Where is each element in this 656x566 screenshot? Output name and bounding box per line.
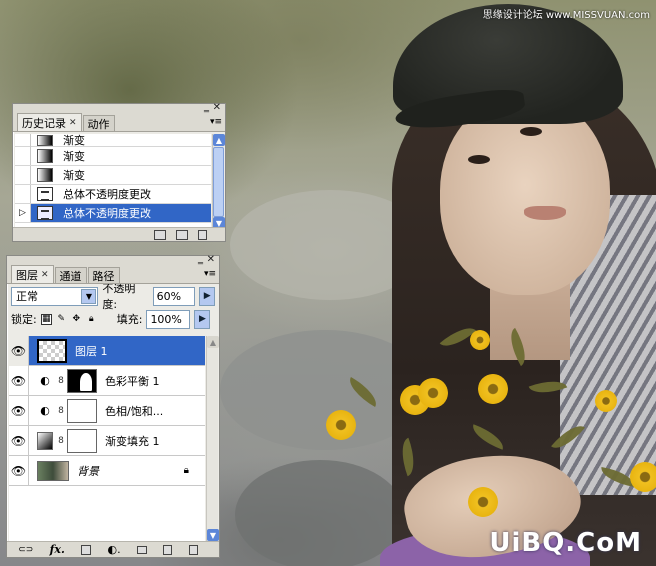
layer-mask-thumbnail[interactable] [67,428,97,453]
chevron-down-icon[interactable]: ▼ [81,288,97,304]
history-item[interactable]: 渐变 [15,166,211,185]
panel-menu-icon[interactable]: ▾≡ [204,269,216,279]
new-document-from-state-icon[interactable] [154,229,166,240]
eye-icon[interactable]: 👁︎ [9,336,29,366]
trash-icon[interactable] [198,229,207,240]
watermark-bottom: UiBQ.CoM [489,528,642,558]
fill-label: 填充: [116,313,143,326]
layers-footer: ⊂⊃ fx. ◐. [7,541,219,557]
tab-actions[interactable]: 动作 [82,115,115,131]
history-list: 渐变 渐变 渐变 总体不透明度更改 ▷ 总体不透明度更改 [15,134,211,230]
history-scrollbar[interactable]: ▲ ▼ [212,134,225,230]
layer-name[interactable]: 背景 [77,463,99,479]
history-panel: ‗ ✕ 历史记录 ✕ 动作 ▾≡ 渐变 渐变 渐变 总体不透明度更改 ▷ 总体不… [12,102,226,242]
blend-opacity-row: 正常 ▼ 不透明度: 60% ▶ [7,282,219,311]
layers-tabs: 图层 ✕ 通道 路径 ▾≡ [7,265,219,284]
layer-name[interactable]: 色相/饱和... [105,403,163,419]
layer-thumbnail [37,460,69,481]
gradient-icon [37,168,53,182]
history-item[interactable]: 渐变 [15,134,211,147]
link-icon[interactable]: 8 [55,436,67,446]
layer-row-hue-saturation[interactable]: 👁︎ ◐ 8 色相/饱和... [9,395,205,426]
layer-name[interactable]: 色彩平衡 1 [105,373,160,389]
eye-icon[interactable]: 👁︎ [9,455,29,486]
adjustment-icon[interactable]: ◐. [108,543,121,556]
close-icon[interactable]: ✕ [213,102,221,114]
document-icon [37,206,53,220]
scroll-down-icon[interactable]: ▼ [207,529,219,541]
scroll-thumb[interactable] [213,147,224,217]
link-icon[interactable]: 8 [55,376,67,386]
lock-label: 锁定: [11,313,37,326]
tab-channels[interactable]: 通道 [54,267,87,283]
layer-name[interactable]: 图层 1 [75,343,108,359]
lock-icon: 🔒︎ [183,465,189,476]
tab-paths[interactable]: 路径 [87,267,120,283]
layer-mask-thumbnail[interactable] [67,398,97,423]
eye-icon[interactable]: 👁︎ [9,365,29,396]
history-tabs: 历史记录 ✕ 动作 ▾≡ [13,113,225,132]
adjustment-layer-icon: ◐ [40,404,50,417]
layer-row-background[interactable]: 👁︎ 背景 🔒︎ [9,455,205,486]
layer-row-layer1[interactable]: 👁︎ 图层 1 [9,336,205,366]
fill-input[interactable]: 100% [146,309,191,329]
layer-thumbnail [37,338,67,363]
history-item[interactable]: 渐变 [15,147,211,166]
history-snapshot-checkbox[interactable] [15,166,31,184]
lock-all-icon[interactable]: 🔒︎ [86,314,97,325]
history-item-selected[interactable]: ▷ 总体不透明度更改 [15,204,211,223]
layer-mask-thumbnail[interactable] [67,368,97,393]
layers-scrollbar[interactable]: ▲ ▼ [206,336,219,541]
close-icon[interactable]: ✕ [207,254,215,266]
gradient-fill-icon [37,431,53,450]
layer-row-color-balance[interactable]: 👁︎ ◐ 8 色彩平衡 1 [9,365,205,396]
tab-history[interactable]: 历史记录 ✕ [17,113,82,131]
minimize-icon[interactable]: ‗ [198,254,203,266]
trash-icon[interactable] [188,544,198,555]
history-footer [13,227,225,241]
history-item[interactable]: 总体不透明度更改 [15,185,211,204]
link-icon[interactable]: ⊂⊃ [18,545,33,555]
gradient-icon [37,134,53,146]
lock-transparency-icon[interactable]: ▦ [40,313,52,325]
link-icon[interactable]: 8 [55,406,67,416]
camera-icon[interactable] [176,229,188,240]
lock-image-icon[interactable]: ✎ [56,314,67,325]
tab-close-icon[interactable]: ✕ [41,270,49,280]
tab-close-icon[interactable]: ✕ [69,118,77,128]
history-snapshot-checkbox[interactable] [15,185,31,203]
panel-menu-icon[interactable]: ▾≡ [210,117,222,127]
new-layer-icon[interactable] [163,544,173,555]
opacity-label: 不透明度: [102,282,136,311]
history-state-pointer-icon[interactable]: ▷ [15,204,31,222]
document-icon [37,187,53,201]
opacity-input[interactable]: 60% [152,286,196,306]
eye-icon[interactable]: 👁︎ [9,425,29,456]
layer-row-gradient-fill[interactable]: 👁︎ 8 渐变填充 1 [9,425,205,456]
eye-icon[interactable]: 👁︎ [9,395,29,426]
layers-list: 👁︎ 图层 1 👁︎ ◐ 8 色彩平衡 1 👁︎ ◐ 8 色相/饱和... 👁︎… [9,336,205,541]
history-snapshot-checkbox[interactable] [15,147,31,165]
layer-name[interactable]: 渐变填充 1 [105,433,160,449]
fill-slider-button[interactable]: ▶ [194,309,211,329]
scroll-up-icon[interactable]: ▲ [207,336,219,348]
watermark-top: 思缘设计论坛 www.MISSVUAN.com [482,10,650,21]
minimize-icon[interactable]: ‗ [204,102,209,114]
scroll-up-icon[interactable]: ▲ [213,134,225,146]
history-snapshot-checkbox[interactable] [15,134,31,147]
tab-layers[interactable]: 图层 ✕ [11,265,54,283]
mask-icon[interactable] [81,544,92,555]
blend-mode-select[interactable]: 正常 ▼ [11,286,99,306]
group-icon[interactable] [137,545,148,554]
layers-panel: ‗ ✕ 图层 ✕ 通道 路径 ▾≡ 正常 ▼ 不透明度: 60% ▶ 锁定: ▦… [6,254,220,558]
lock-position-icon[interactable]: ✥ [71,314,82,325]
gradient-icon [37,149,53,163]
opacity-slider-button[interactable]: ▶ [199,286,215,306]
fx-icon[interactable]: fx. [50,543,65,556]
adjustment-layer-icon: ◐ [40,374,50,387]
